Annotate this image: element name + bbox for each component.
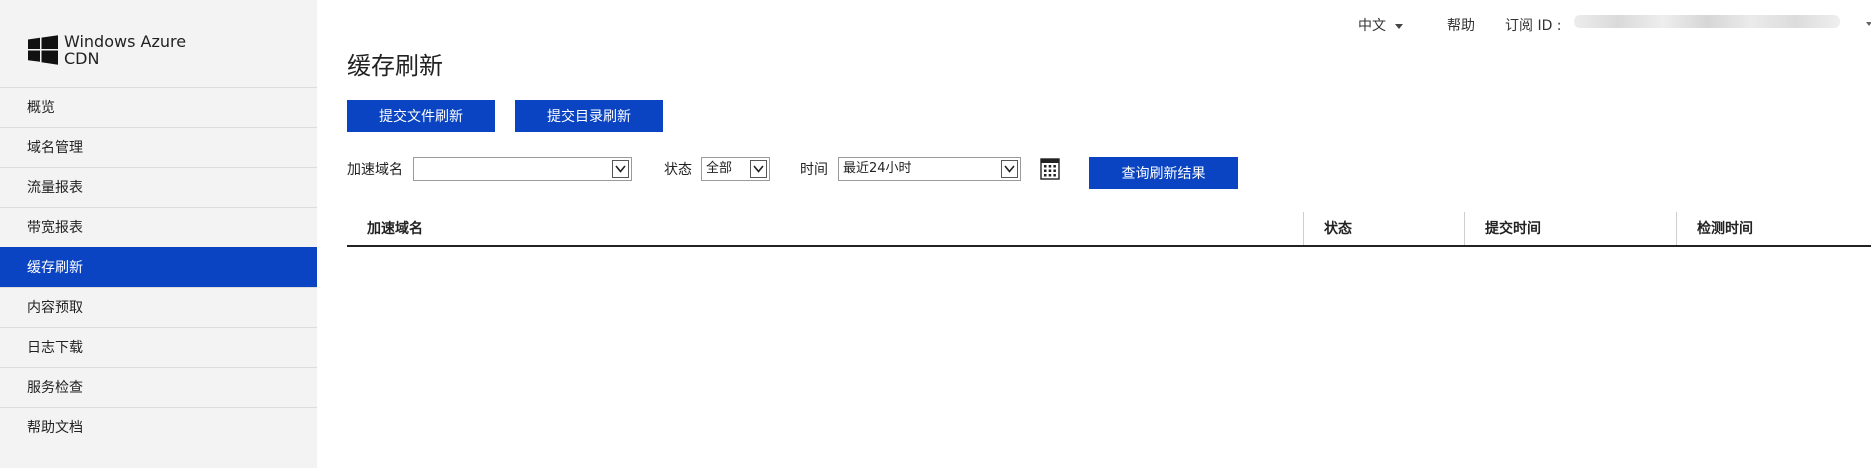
sidebar-item-cache-refresh[interactable]: 缓存刷新 [0, 247, 317, 287]
sidebar-item-traffic-report[interactable]: 流量报表 [0, 167, 317, 207]
brand-line-1: Windows Azure [64, 32, 187, 51]
subscription-id-label: 订阅 ID : [1505, 18, 1562, 34]
sidebar-item-service-check[interactable]: 服务检查 [0, 367, 317, 407]
calendar-icon[interactable] [1040, 157, 1060, 181]
brand-line-2: CDN [64, 49, 100, 68]
sidebar: Windows Azure CDN 概览 域名管理 流量报表 带宽报表 缓存刷新… [0, 0, 317, 468]
sidebar-item-overview[interactable]: 概览 [0, 87, 317, 127]
language-label: 中文 [1358, 18, 1386, 34]
status-filter-label: 状态 [664, 162, 692, 178]
table-header-divider [347, 245, 1871, 247]
sidebar-item-content-prefetch[interactable]: 内容预取 [0, 287, 317, 327]
query-refresh-results-button[interactable]: 查询刷新结果 [1089, 157, 1238, 189]
results-table-header: 加速域名 状态 提交时间 检测时间 [347, 212, 1871, 246]
chevron-down-icon [1395, 23, 1403, 29]
domain-select[interactable] [413, 157, 632, 181]
dropdown-arrow-icon[interactable] [750, 160, 767, 178]
page-title: 缓存刷新 [347, 52, 443, 80]
language-selector[interactable]: 中文 [1358, 15, 1403, 35]
column-header-check-time: 检测时间 [1676, 212, 1871, 246]
brand-logo[interactable]: Windows Azure CDN [28, 30, 186, 70]
sidebar-item-log-download[interactable]: 日志下载 [0, 327, 317, 367]
chevron-down-icon[interactable] [1866, 22, 1871, 26]
column-header-status: 状态 [1303, 212, 1464, 246]
status-select[interactable]: 全部 [701, 157, 770, 181]
sidebar-item-help-docs[interactable]: 帮助文档 [0, 407, 317, 447]
submit-directory-refresh-button[interactable]: 提交目录刷新 [515, 100, 663, 132]
time-filter-label: 时间 [800, 162, 828, 178]
time-select[interactable]: 最近24小时 [838, 157, 1021, 181]
sidebar-item-bandwidth-report[interactable]: 带宽报表 [0, 207, 317, 247]
column-header-domain: 加速域名 [367, 221, 423, 237]
sidebar-nav: 概览 域名管理 流量报表 带宽报表 缓存刷新 内容预取 日志下载 服务检查 帮助… [0, 87, 317, 447]
status-select-value: 全部 [706, 161, 733, 176]
column-header-submit-time: 提交时间 [1464, 212, 1676, 246]
dropdown-arrow-icon[interactable] [1001, 160, 1018, 178]
windows-logo-icon [28, 35, 58, 65]
sidebar-item-domain-management[interactable]: 域名管理 [0, 127, 317, 167]
dropdown-arrow-icon[interactable] [612, 160, 629, 178]
help-link[interactable]: 帮助 [1447, 15, 1475, 35]
brand-name: Windows Azure CDN [64, 33, 186, 67]
subscription-id-redacted [1574, 15, 1840, 28]
domain-filter-label: 加速域名 [347, 162, 403, 178]
time-select-value: 最近24小时 [843, 161, 912, 176]
submit-file-refresh-button[interactable]: 提交文件刷新 [347, 100, 495, 132]
